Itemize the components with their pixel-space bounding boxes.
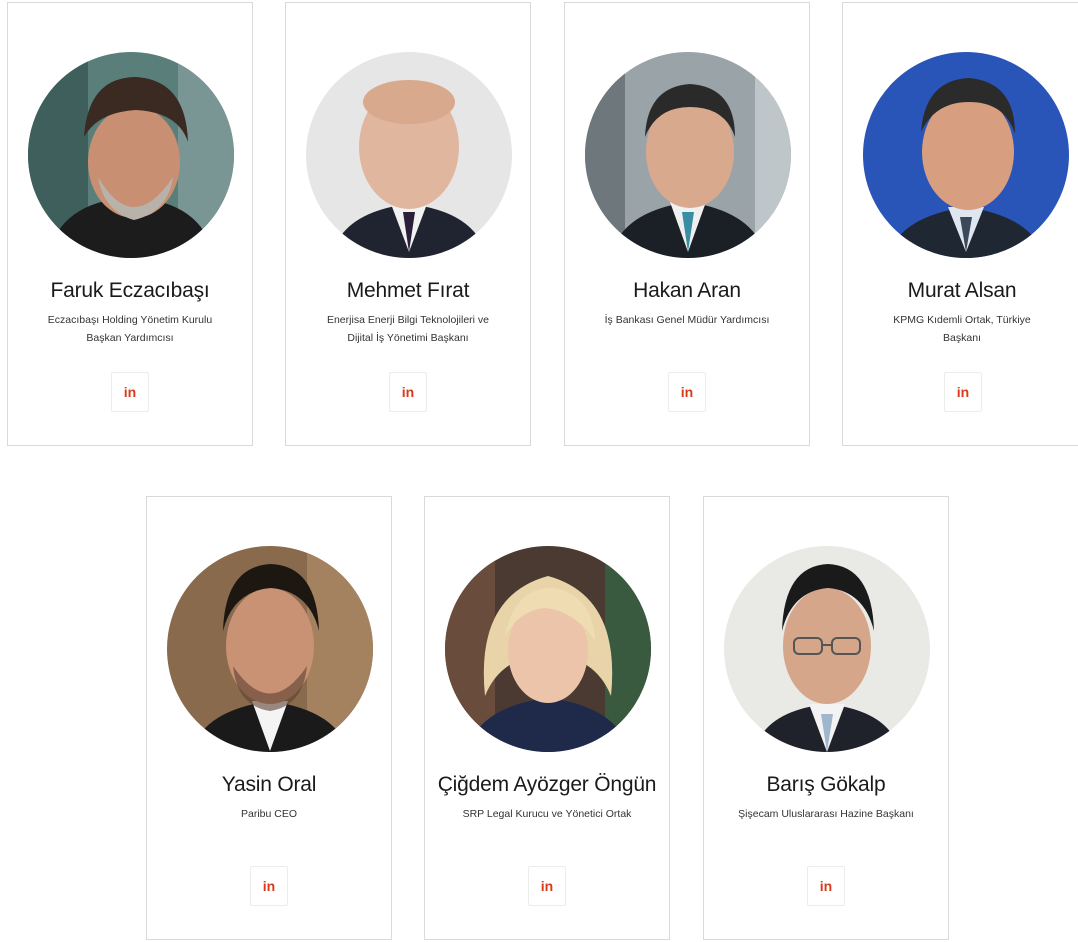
- speaker-title: Şişecam Uluslararası Hazine Başkanı: [738, 808, 914, 820]
- speaker-card: Barış Gökalp Şişecam Uluslararası Hazine…: [703, 496, 949, 940]
- speaker-photo: [167, 546, 373, 752]
- speaker-name: Barış Gökalp: [766, 773, 886, 796]
- speaker-card: Murat Alsan KPMG Kıdemli Ortak, Türkiye …: [842, 2, 1078, 446]
- linkedin-icon: in: [540, 878, 554, 894]
- linkedin-button[interactable]: in: [250, 866, 288, 906]
- speaker-name: Çiğdem Ayözger Öngün: [437, 773, 657, 796]
- speaker-title: SRP Legal Kurucu ve Yönetici Ortak: [462, 808, 632, 820]
- speaker-title: Paribu CEO: [240, 808, 298, 820]
- speaker-title: İş Bankası Genel Müdür Yardımcısı: [604, 314, 770, 326]
- speaker-card: Faruk Eczacıbaşı Eczacıbaşı Holding Yöne…: [7, 2, 253, 446]
- speaker-card: Hakan Aran İş Bankası Genel Müdür Yardım…: [564, 2, 810, 446]
- speaker-photo: [445, 546, 651, 752]
- speaker-title: Enerjisa Enerji Bilgi Teknolojileri ve D…: [326, 314, 490, 344]
- speaker-name: Murat Alsan: [907, 279, 1017, 302]
- linkedin-button[interactable]: in: [111, 372, 149, 412]
- linkedin-icon: in: [819, 878, 833, 894]
- linkedin-button[interactable]: in: [389, 372, 427, 412]
- speaker-title: KPMG Kıdemli Ortak, Türkiye Başkanı: [893, 314, 1031, 344]
- speaker-photo: [28, 52, 234, 258]
- speaker-photo: [863, 52, 1069, 258]
- speaker-photo: [724, 546, 930, 752]
- linkedin-button[interactable]: in: [668, 372, 706, 412]
- linkedin-icon: in: [401, 384, 415, 400]
- speaker-card: Mehmet Fırat Enerjisa Enerji Bilgi Tekno…: [285, 2, 531, 446]
- linkedin-button[interactable]: in: [528, 866, 566, 906]
- linkedin-button[interactable]: in: [807, 866, 845, 906]
- speaker-name: Faruk Eczacıbaşı: [50, 279, 210, 302]
- speaker-photo: [585, 52, 791, 258]
- linkedin-icon: in: [956, 384, 970, 400]
- speaker-card: Çiğdem Ayözger Öngün SRP Legal Kurucu ve…: [424, 496, 670, 940]
- speaker-photo: [306, 52, 512, 258]
- speaker-card: Yasin Oral Paribu CEO in: [146, 496, 392, 940]
- linkedin-icon: in: [680, 384, 694, 400]
- speaker-name: Hakan Aran: [633, 279, 741, 302]
- speaker-title: Eczacıbaşı Holding Yönetim Kurulu Başkan…: [47, 314, 213, 344]
- linkedin-button[interactable]: in: [944, 372, 982, 412]
- linkedin-icon: in: [123, 384, 137, 400]
- speakers-grid: Faruk Eczacıbaşı Eczacıbaşı Holding Yöne…: [0, 0, 1078, 942]
- linkedin-icon: in: [262, 878, 276, 894]
- speaker-name: Mehmet Fırat: [346, 279, 470, 302]
- speaker-name: Yasin Oral: [221, 773, 317, 796]
